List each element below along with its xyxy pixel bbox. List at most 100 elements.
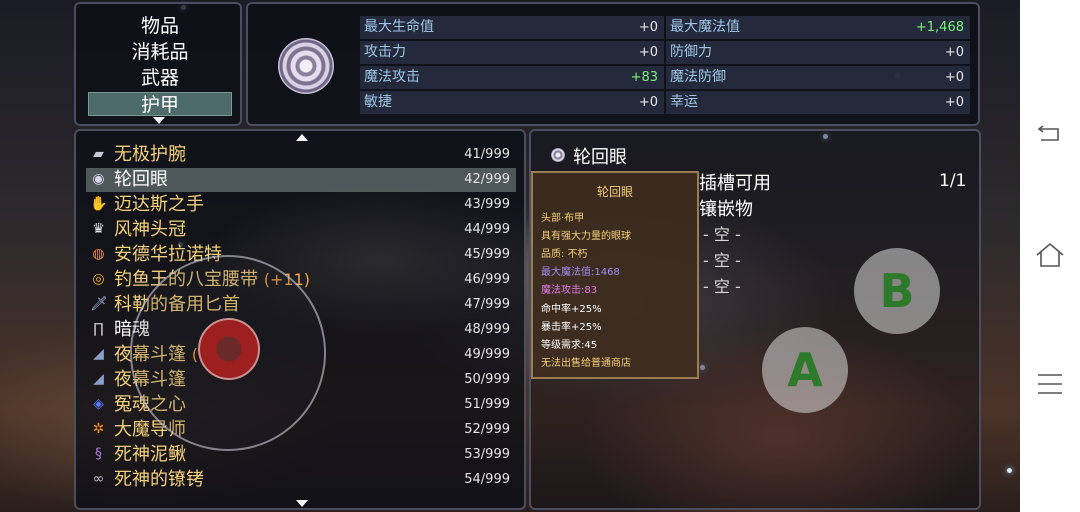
list-item[interactable]: ✲ 大魔导师 52/999 — [86, 418, 516, 442]
sparkle — [1007, 468, 1012, 473]
item-count: 52/999 — [464, 422, 510, 437]
item-name: 死神泥鳅 — [114, 444, 186, 465]
stat-label: 魔法攻击 — [364, 69, 420, 85]
item-tooltip: 轮回眼 头部·布甲 具有强大力量的眼球 品质: 不朽 最大魔法值:1468 魔法… — [531, 171, 699, 379]
stat-value: +0 — [944, 70, 964, 85]
golden-hand-icon: ✋ — [90, 196, 108, 212]
tooltip-level-req: 等级需求:45 — [541, 340, 598, 351]
cloak-icon: ◢ — [93, 371, 104, 387]
stat-attack: 攻击力 +0 — [360, 41, 664, 64]
list-item[interactable]: ∞ 死神的镣铐 54/999 — [86, 468, 516, 492]
stat-max-hp: 最大生命值 +0 — [360, 16, 664, 39]
scroll-up-arrow-icon[interactable] — [296, 134, 308, 141]
tooltip-stat-mp: 最大魔法值:1468 — [541, 267, 620, 278]
scroll-down-arrow-icon[interactable] — [153, 117, 165, 124]
emblem-icon: ✲ — [92, 421, 105, 437]
detail-item-name: 轮回眼 — [573, 147, 627, 168]
list-item[interactable]: ◍ 安德华拉诺特 45/999 — [86, 243, 516, 267]
empty-socket[interactable]: - 空 - — [703, 247, 741, 271]
stat-max-mp: 最大魔法值 +1,468 — [666, 16, 970, 39]
category-item-consumables[interactable]: 消耗品 — [88, 40, 232, 64]
stat-label: 魔法防御 — [670, 69, 726, 85]
item-count: 42/999 — [464, 172, 510, 187]
stat-label: 幸运 — [670, 94, 698, 110]
item-count: 49/999 — [464, 347, 510, 362]
category-item-armor[interactable]: 护甲 — [88, 92, 232, 116]
tooltip-title: 轮回眼 — [596, 185, 633, 199]
item-count: 50/999 — [464, 372, 510, 387]
back-icon[interactable] — [1037, 124, 1061, 142]
empty-socket[interactable]: - 空 - — [703, 221, 741, 245]
system-navigation-bar — [1020, 0, 1080, 512]
empty-socket[interactable]: - 空 - — [703, 273, 741, 297]
item-count: 46/999 — [464, 272, 510, 287]
tooltip-stat-matk: 魔法攻击:83 — [541, 285, 598, 296]
list-item[interactable]: ▰ 无极护腕 41/999 — [86, 143, 516, 167]
category-item-items[interactable]: 物品 — [88, 14, 232, 38]
item-name: 轮回眼 — [114, 169, 168, 190]
item-count: 51/999 — [464, 397, 510, 412]
stat-defense: 防御力 +0 — [666, 41, 970, 64]
cloak-icon: ◢ — [93, 346, 104, 362]
inlay-label: 镶嵌物 — [699, 199, 753, 220]
item-count: 43/999 — [464, 197, 510, 212]
category-item-weapons[interactable]: 武器 — [88, 66, 232, 90]
list-item[interactable]: ♛ 风神头冠 44/999 — [86, 218, 516, 242]
list-item[interactable]: ✋ 迈达斯之手 43/999 — [86, 193, 516, 217]
blue-heart-icon: ◈ — [93, 396, 104, 412]
eye-orb-icon: ◉ — [92, 171, 105, 187]
item-name: 风神头冠 — [114, 219, 186, 240]
stat-value: +1,468 — [915, 20, 964, 35]
legs-icon: ∏ — [93, 321, 104, 337]
stat-value: +0 — [944, 45, 964, 60]
stat-label: 敏捷 — [364, 94, 392, 110]
scroll-down-arrow-icon[interactable] — [296, 500, 308, 507]
ring-icon: ◍ — [92, 246, 105, 262]
item-name: 迈达斯之手 — [114, 194, 204, 215]
stat-label: 攻击力 — [364, 44, 406, 60]
b-button[interactable]: B — [854, 248, 940, 334]
list-item[interactable]: § 死神泥鳅 53/999 — [86, 443, 516, 467]
stats-panel: 最大生命值 +0 攻击力 +0 魔法攻击 +83 敏捷 +0 最大魔法值 +1,… — [246, 2, 980, 126]
item-count: 54/999 — [464, 472, 510, 487]
stat-value: +0 — [638, 95, 658, 110]
stat-agility: 敏捷 +0 — [360, 91, 664, 114]
eye-orb-icon — [278, 38, 334, 94]
item-count: 53/999 — [464, 447, 510, 462]
stat-magic-attack: 魔法攻击 +83 — [360, 66, 664, 89]
dagger-icon: 🗡 — [90, 296, 108, 312]
belt-icon: ◎ — [92, 271, 105, 287]
joystick-knob[interactable] — [198, 318, 260, 380]
menu-icon[interactable] — [1037, 373, 1063, 395]
tooltip-description: 具有强大力量的眼球 — [541, 231, 631, 242]
item-name: 无极护腕 — [114, 144, 186, 165]
item-count: 48/999 — [464, 322, 510, 337]
bracer-icon: ▰ — [93, 146, 104, 162]
socket-count: 1/1 — [939, 171, 967, 191]
tooltip-quality: 品质: 不朽 — [541, 249, 588, 260]
tooltip-hit-rate: 命中率+25% — [541, 304, 602, 315]
tooltip-slot: 头部·布甲 — [541, 213, 585, 224]
stat-label: 最大生命值 — [364, 19, 434, 35]
item-count: 47/999 — [464, 297, 510, 312]
item-count: 45/999 — [464, 247, 510, 262]
stat-magic-defense: 魔法防御 +0 — [666, 66, 970, 89]
tooltip-crit-rate: 暴击率+25% — [541, 322, 602, 333]
socket-available-label: 插槽可用 — [699, 173, 771, 194]
item-count: 44/999 — [464, 222, 510, 237]
stat-value: +83 — [630, 70, 658, 85]
home-icon[interactable] — [1035, 242, 1065, 268]
item-name: 死神的镣铐 — [114, 469, 204, 490]
list-item-selected[interactable]: ◉ 轮回眼 42/999 — [86, 168, 516, 192]
item-count: 41/999 — [464, 147, 510, 162]
shackles-icon: ∞ — [92, 471, 105, 487]
category-menu: 物品 消耗品 武器 护甲 — [74, 2, 242, 126]
purple-eel-icon: § — [95, 446, 102, 462]
eye-orb-icon — [551, 148, 565, 162]
crown-icon: ♛ — [92, 221, 105, 237]
stat-luck: 幸运 +0 — [666, 91, 970, 114]
a-button[interactable]: A — [762, 327, 848, 413]
stat-value: +0 — [944, 95, 964, 110]
tooltip-sell-note: 无法出售给普通商店 — [541, 358, 631, 369]
stat-label: 最大魔法值 — [670, 19, 740, 35]
